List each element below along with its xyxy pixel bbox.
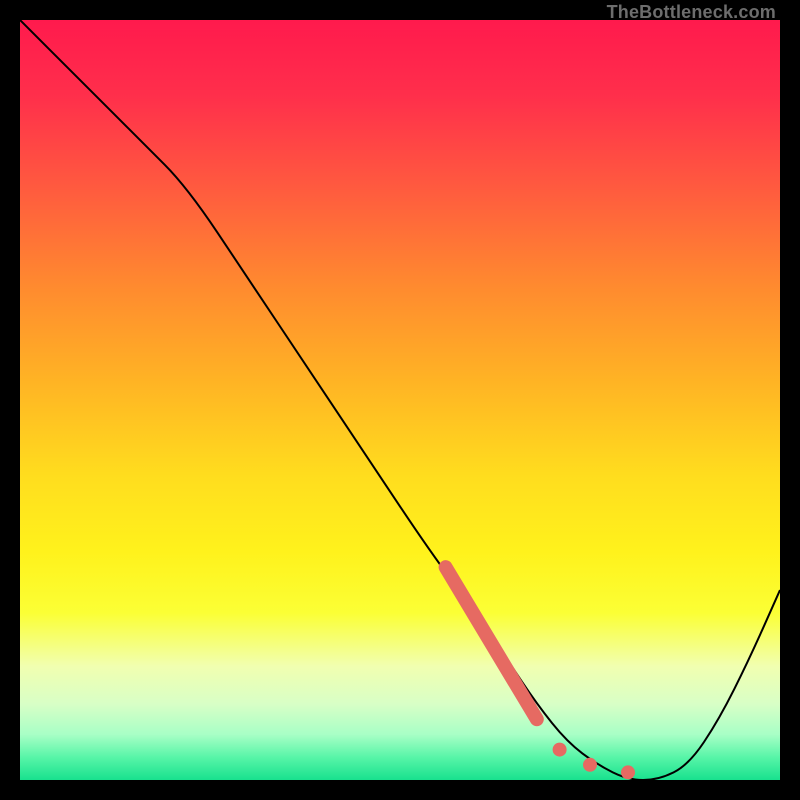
bottleneck-curve — [20, 20, 780, 780]
chart-overlay — [20, 20, 780, 780]
accent-steep-segment — [446, 567, 537, 719]
chart-frame: TheBottleneck.com — [20, 20, 780, 780]
plot-area — [20, 20, 780, 780]
accent-dot — [553, 743, 567, 757]
accent-min-dots — [553, 743, 635, 780]
accent-dot — [583, 758, 597, 772]
accent-dot — [621, 765, 635, 779]
